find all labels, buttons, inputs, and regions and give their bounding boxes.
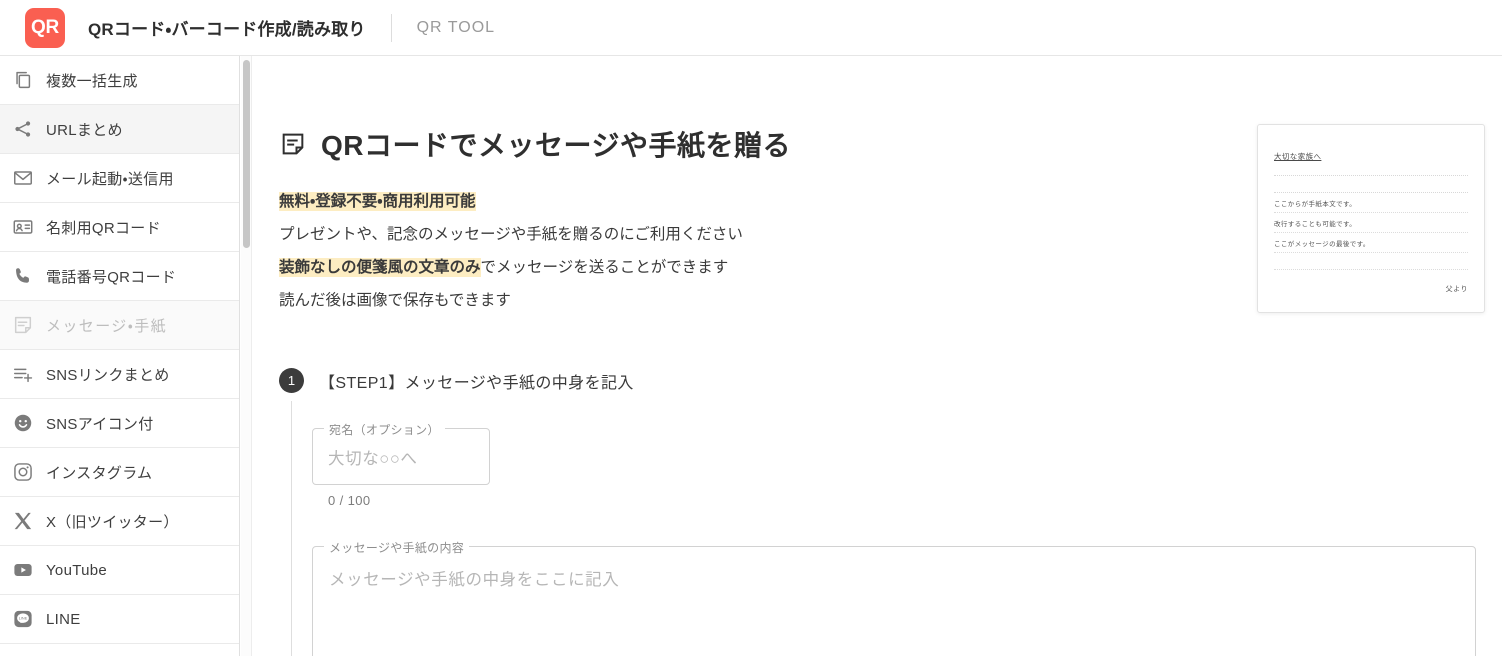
content-title: QRコードでメッセージや手紙を贈る bbox=[279, 124, 791, 164]
desc-line-3: 装飾なしの便箋風の文章のみでメッセージを送ることができます bbox=[279, 256, 743, 280]
sidebar-scrollbar-thumb[interactable] bbox=[243, 60, 250, 248]
step-connector-line bbox=[291, 401, 292, 656]
desc-line-4: 読んだ後は画像で保存もできます bbox=[279, 292, 511, 310]
main-content: QRコードでメッセージや手紙を贈る 無料・登録不要・商用利用可能 プレゼントや、… bbox=[253, 56, 1502, 656]
sidebar-item-label: 電話番号QRコード bbox=[46, 268, 177, 286]
youtube-icon bbox=[0, 559, 46, 581]
sidebar-item-10[interactable]: YouTube bbox=[0, 546, 239, 595]
desc-highlight-1: 無料・登録不要・商用利用可能 bbox=[279, 192, 476, 211]
preview-body-line: ここがメッセージの最後です。 bbox=[1274, 233, 1468, 253]
sidebar-list: 複数一括生成 URLまとめメール起動・送信用 名刺用QRコード 電話番号QRコード メッ… bbox=[0, 56, 239, 644]
note-icon bbox=[0, 314, 46, 336]
logo-text: QR bbox=[31, 16, 59, 38]
sidebar-item-label: URLまとめ bbox=[46, 121, 123, 139]
desc-line-2: プレゼントや、記念のメッセージや手紙を贈るのにご利用ください bbox=[279, 226, 743, 244]
step1-badge: 1 bbox=[279, 368, 304, 393]
sidebar-item-label: SNSリンクまとめ bbox=[46, 366, 170, 384]
desc-line-1: 無料・登録不要・商用利用可能 bbox=[279, 190, 743, 214]
sidebar-item-7[interactable]: SNSアイコン付 bbox=[0, 399, 239, 448]
x-twitter-icon bbox=[0, 510, 46, 532]
recipient-name-label: 宛名（オプション） bbox=[324, 421, 445, 438]
sidebar-item-6[interactable]: SNSリンクまとめ bbox=[0, 350, 239, 399]
message-body-textarea[interactable]: メッセージや手紙の内容 メッセージや手紙の中身をここに記入 bbox=[312, 539, 1476, 656]
step1-header: 1 【STEP1】メッセージや手紙の中身を記入 bbox=[279, 368, 634, 393]
preview-body: ここからが手紙本文です。 改行することも可能です。 ここがメッセージの最後です。 bbox=[1274, 193, 1468, 253]
sidebar-item-2[interactable]: メール起動・送信用 bbox=[0, 154, 239, 203]
preview-recipient: 大切な家族へ bbox=[1274, 152, 1322, 161]
qr-logo-icon[interactable]: QR bbox=[25, 7, 65, 48]
copy-icon bbox=[0, 69, 46, 91]
app-header: QR QRコード・バーコード作成/読み取り QR TOOL bbox=[0, 0, 1502, 56]
preview-blank-line bbox=[1274, 253, 1468, 270]
sidebar-item-label: 名刺用QRコード bbox=[46, 219, 161, 237]
letter-preview-card: 大切な家族へ ここからが手紙本文です。 改行することも可能です。 ここがメッセージの… bbox=[1257, 124, 1485, 313]
playlist-add-icon bbox=[0, 363, 46, 385]
preview-body-line: 改行することも可能です。 bbox=[1274, 213, 1468, 233]
page-title: QRコード・バーコード作成/読み取り bbox=[88, 20, 366, 39]
sidebar-item-5[interactable]: メッセージ・手紙 bbox=[0, 301, 239, 350]
message-body-placeholder: メッセージや手紙の中身をここに記入 bbox=[329, 571, 620, 589]
sidebar-item-label: LINE bbox=[46, 610, 81, 628]
sidebar-item-label: インスタグラム bbox=[46, 464, 153, 482]
mail-icon bbox=[0, 167, 46, 189]
sidebar-item-label: SNSアイコン付 bbox=[46, 415, 154, 433]
sidebar-item-label: 複数一括生成 bbox=[46, 72, 138, 90]
step1-title: 【STEP1】メッセージや手紙の中身を記入 bbox=[319, 374, 634, 392]
message-body-label: メッセージや手紙の内容 bbox=[324, 539, 470, 556]
contact-card-icon bbox=[0, 216, 46, 238]
emoji-icon bbox=[0, 412, 46, 434]
sidebar-item-label: メッセージ・手紙 bbox=[46, 317, 168, 335]
sidebar-item-8[interactable]: インスタグラム bbox=[0, 448, 239, 497]
recipient-name-counter: 0 / 100 bbox=[328, 493, 371, 508]
note-icon bbox=[279, 130, 307, 158]
sidebar-scrollbar[interactable] bbox=[241, 56, 252, 656]
content-title-text: QRコードでメッセージや手紙を贈る bbox=[321, 130, 791, 161]
sidebar-item-11[interactable]: LINE LINE bbox=[0, 595, 239, 644]
desc-highlight-2: 装飾なしの便箋風の文章のみ bbox=[279, 258, 481, 278]
header-subtitle: QR TOOL bbox=[416, 18, 496, 36]
recipient-name-input[interactable]: 宛名（オプション） 大切な○○へ bbox=[312, 421, 490, 485]
sidebar-item-3[interactable]: 名刺用QRコード bbox=[0, 203, 239, 252]
sidebar-item-label: メール起動・送信用 bbox=[46, 170, 174, 188]
description-block: 無料・登録不要・商用利用可能 プレゼントや、記念のメッセージや手紙を贈るのにご利… bbox=[279, 190, 743, 322]
line-icon: LINE bbox=[0, 608, 46, 630]
sidebar-item-label: X（旧ツイッター） bbox=[46, 513, 179, 531]
share-icon bbox=[0, 118, 46, 140]
header-divider bbox=[390, 13, 392, 42]
sidebar-item-label: YouTube bbox=[46, 561, 108, 579]
desc-line-3-rest: でメッセージを送ることができます bbox=[480, 259, 729, 277]
preview-body-line: ここからが手紙本文です。 bbox=[1274, 193, 1468, 213]
preview-sender: 父より bbox=[1445, 286, 1468, 293]
sidebar-item-0[interactable]: 複数一括生成 bbox=[0, 56, 239, 105]
recipient-name-placeholder: 大切な○○へ bbox=[328, 450, 418, 468]
svg-text:LINE: LINE bbox=[19, 617, 28, 621]
sidebar: 複数一括生成 URLまとめメール起動・送信用 名刺用QRコード 電話番号QRコード メッ… bbox=[0, 56, 240, 656]
instagram-icon bbox=[0, 461, 46, 483]
preview-gap bbox=[1274, 176, 1468, 192]
sidebar-item-1[interactable]: URLまとめ bbox=[0, 105, 239, 154]
sidebar-item-4[interactable]: 電話番号QRコード bbox=[0, 252, 239, 301]
phone-icon bbox=[0, 265, 46, 287]
sidebar-item-9[interactable]: X（旧ツイッター） bbox=[0, 497, 239, 546]
